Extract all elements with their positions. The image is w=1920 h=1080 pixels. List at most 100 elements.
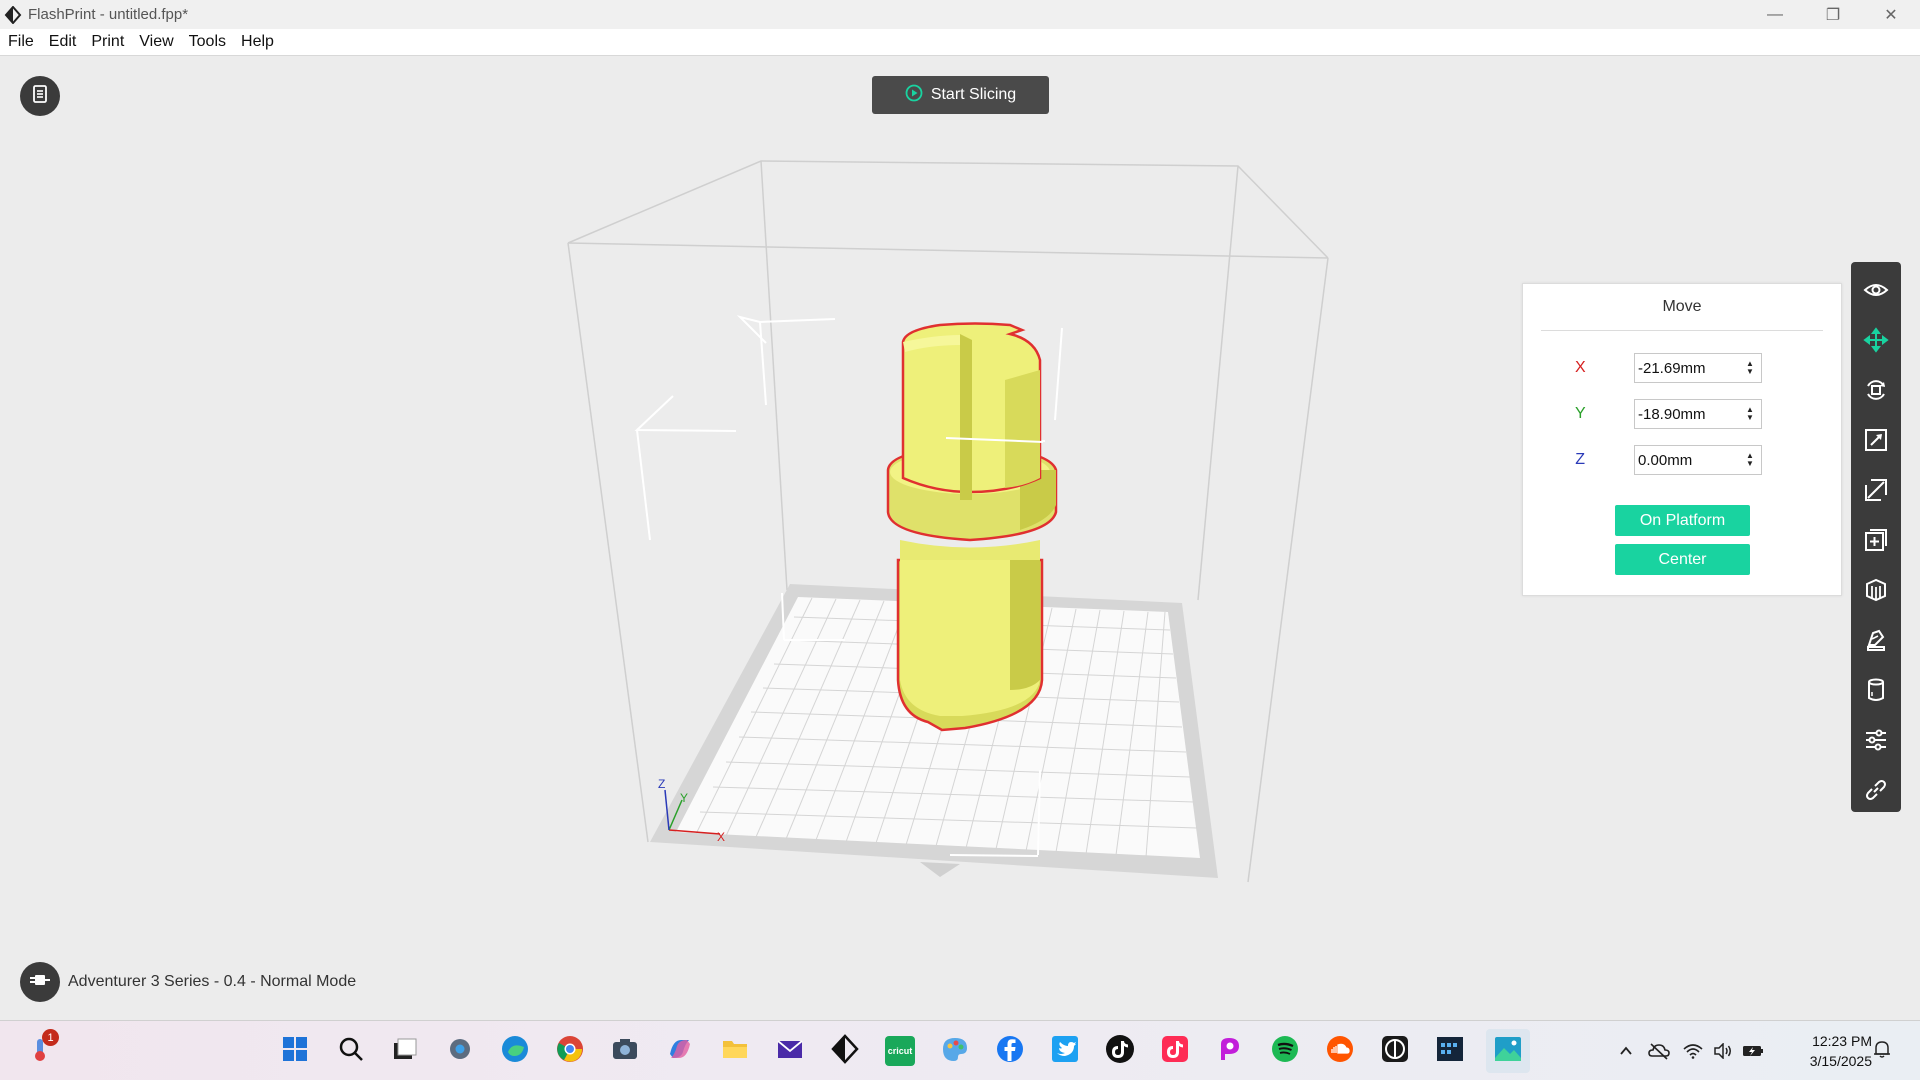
cricut-icon: cricut [885, 1036, 915, 1066]
taskbar-file-explorer[interactable] [715, 1031, 755, 1071]
rotate-icon [1863, 377, 1889, 408]
add-model-button[interactable] [1851, 522, 1901, 562]
start-slicing-label: Start Slicing [930, 86, 1017, 103]
title-bar: FlashPrint - untitled.fpp* — ❐ ✕ [0, 0, 1920, 29]
taskbar-cricut[interactable]: cricut [880, 1031, 920, 1071]
taskbar-paint[interactable] [935, 1031, 975, 1071]
taskbar-copilot[interactable] [660, 1031, 700, 1071]
on-platform-button[interactable]: On Platform [1615, 505, 1750, 536]
taskbar-edge[interactable] [495, 1031, 535, 1071]
taskbar-spotify[interactable] [1265, 1031, 1305, 1071]
scale-tool-button[interactable] [1851, 422, 1901, 462]
link-tool-button[interactable] [1851, 772, 1901, 812]
search-icon [337, 1035, 365, 1068]
taskbar-picsart[interactable] [1210, 1031, 1250, 1071]
clock-time: 12:23 PM [1812, 1033, 1872, 1049]
menu-file[interactable]: File [0, 33, 41, 51]
spinner-arrows-icon[interactable]: ▲ ▼ [1743, 452, 1757, 468]
rotate-tool-button[interactable] [1851, 372, 1901, 412]
file-explorer-icon [720, 1034, 750, 1069]
taskbar-camera[interactable] [605, 1031, 645, 1071]
spinner-arrows-icon[interactable]: ▲ ▼ [1743, 406, 1757, 422]
minimize-button[interactable]: — [1746, 0, 1804, 29]
mail-icon [775, 1034, 805, 1069]
scale-icon [1863, 427, 1889, 458]
onedrive-offline-icon[interactable] [1640, 1042, 1678, 1060]
taskbar-flashprint[interactable] [825, 1031, 865, 1071]
taskbar-facebook[interactable] [990, 1031, 1030, 1071]
move-tool-button[interactable] [1851, 322, 1901, 362]
z-position-input[interactable]: 0.00mm ▲ ▼ [1634, 445, 1762, 475]
y-row: Y -18.90mm ▲ ▼ [1523, 398, 1841, 430]
slicing-settings-button[interactable] [1851, 722, 1901, 762]
move-panel: Move X -21.69mm ▲ ▼ Y -18.90mm ▲ ▼ Z 0.00m… [1522, 283, 1842, 596]
spinner-arrows-icon[interactable]: ▲ ▼ [1743, 360, 1757, 376]
taskbar-calendar-app[interactable] [1430, 1031, 1470, 1071]
settings-sliders-icon [1863, 727, 1889, 758]
y-position-input[interactable]: -18.90mm ▲ ▼ [1634, 399, 1762, 429]
extruder-icon [1863, 627, 1889, 658]
weather-widget[interactable]: 1 [20, 1029, 60, 1071]
model-list-button[interactable] [20, 76, 60, 116]
taskbar-twitter[interactable] [1045, 1031, 1085, 1071]
menu-print[interactable]: Print [83, 33, 131, 51]
z-row: Z 0.00mm ▲ ▼ [1523, 444, 1841, 476]
volume-icon[interactable] [1708, 1043, 1738, 1059]
notification-center-button[interactable] [1872, 1021, 1892, 1080]
copilot-icon [665, 1034, 695, 1069]
twitter-icon [1050, 1034, 1080, 1069]
menu-edit[interactable]: Edit [41, 33, 84, 51]
view-tool-button[interactable] [1851, 272, 1901, 312]
taskbar-soundcloud[interactable] [1320, 1031, 1360, 1071]
taskbar-app-dark[interactable] [1375, 1031, 1415, 1071]
move-panel-title: Move [1662, 298, 1702, 315]
supports-tool-button[interactable] [1851, 572, 1901, 612]
taskbar-mail[interactable] [770, 1031, 810, 1071]
center-button[interactable]: Center [1615, 544, 1750, 575]
taskbar-tiktok[interactable] [1100, 1031, 1140, 1071]
task-view-icon [391, 1035, 419, 1068]
tiktok-alt-icon [1160, 1034, 1190, 1069]
y-label: Y [1575, 405, 1586, 422]
start-slicing-button[interactable]: Start Slicing [872, 76, 1049, 114]
taskbar: 1 cricut 12:23 PM 3/15/2025 [0, 1020, 1920, 1080]
z-value: 0.00mm [1638, 451, 1693, 469]
status-bar: Adventurer 3 Series - 0.4 - Normal Mode [20, 962, 356, 1002]
3d-model[interactable] [886, 322, 1058, 732]
camera-icon [610, 1034, 640, 1069]
close-button[interactable]: ✕ [1862, 0, 1920, 29]
menu-help[interactable]: Help [233, 33, 281, 51]
taskbar-search-button[interactable] [331, 1031, 371, 1071]
x-row: X -21.69mm ▲ ▼ [1523, 352, 1841, 384]
supports-icon [1863, 577, 1889, 608]
battery-charging-icon[interactable] [1738, 1044, 1768, 1058]
extruder-tool-button[interactable] [1851, 622, 1901, 662]
3d-viewport[interactable]: X Y Z Start Slicing Move X -21.69mm ▲ ▼ … [0, 56, 1920, 1019]
wifi-icon[interactable] [1678, 1043, 1708, 1059]
restore-button[interactable]: ❐ [1804, 0, 1862, 29]
menu-view[interactable]: View [131, 33, 180, 51]
eye-icon [1863, 277, 1889, 308]
taskbar-tiktok-alt[interactable] [1155, 1031, 1195, 1071]
taskbar-settings[interactable] [440, 1031, 480, 1071]
task-view-button[interactable] [385, 1031, 425, 1071]
document-icon [29, 83, 51, 110]
cut-tool-button[interactable] [1851, 472, 1901, 512]
axis-y-label: Y [680, 791, 688, 805]
taskbar-clock[interactable]: 12:23 PM 3/15/2025 [1782, 1031, 1872, 1071]
y-value: -18.90mm [1638, 405, 1706, 423]
add-model-icon [1863, 527, 1889, 558]
window-title: FlashPrint - untitled.fpp* [28, 6, 189, 23]
menu-bar: File Edit Print View Tools Help [0, 29, 1920, 56]
start-button[interactable] [275, 1031, 315, 1071]
taskbar-chrome[interactable] [550, 1031, 590, 1071]
x-position-input[interactable]: -21.69mm ▲ ▼ [1634, 353, 1762, 383]
right-toolbar [1851, 262, 1901, 812]
shell-tool-button[interactable] [1851, 672, 1901, 712]
taskbar-photos[interactable] [1486, 1029, 1530, 1073]
menu-tools[interactable]: Tools [181, 33, 233, 51]
edge-icon [500, 1034, 530, 1069]
connect-printer-button[interactable] [20, 962, 60, 1002]
z-label: Z [1575, 451, 1585, 468]
chevron-up-icon[interactable] [1612, 1043, 1640, 1059]
